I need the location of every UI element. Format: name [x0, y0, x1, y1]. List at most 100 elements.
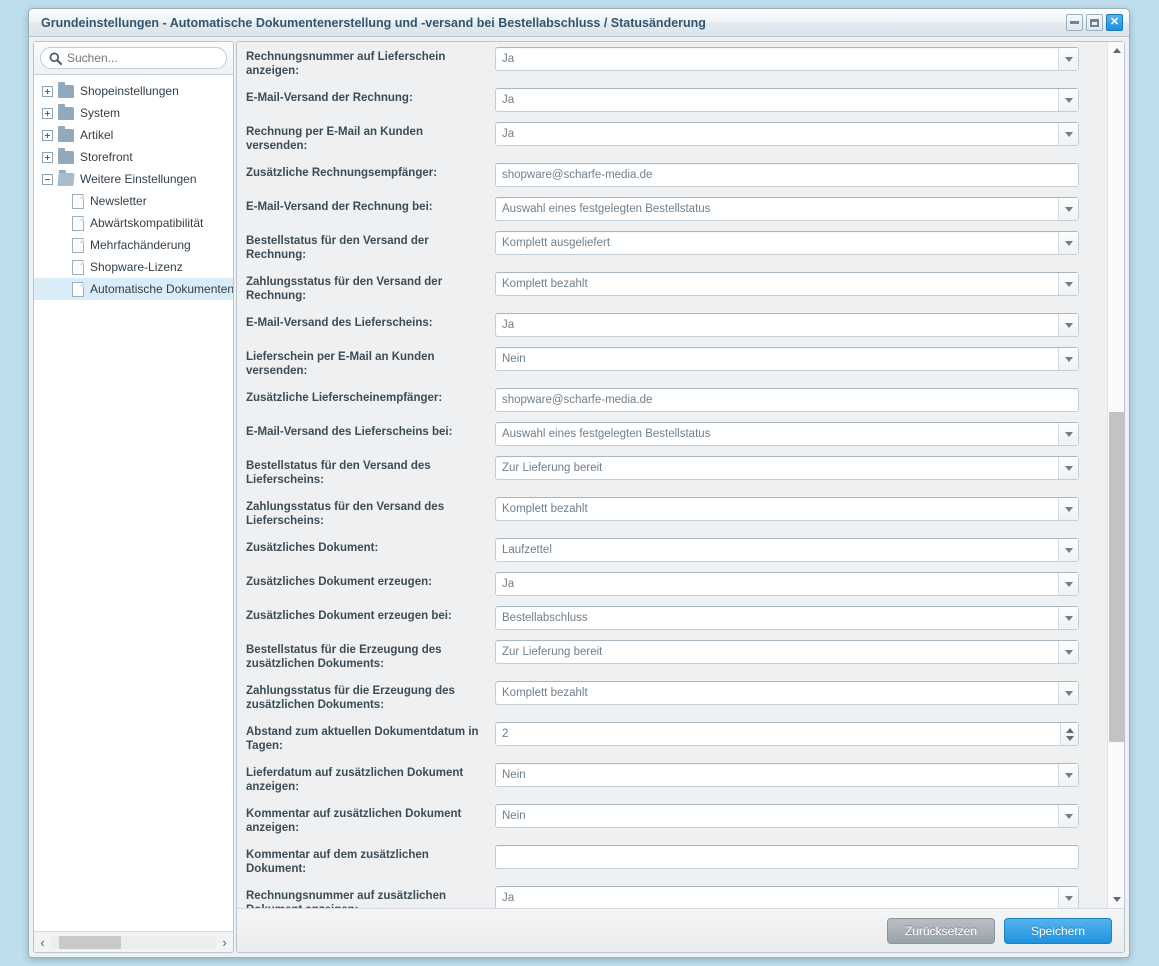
- sidebar-item-shopeinstellungen[interactable]: Shopeinstellungen: [34, 80, 233, 102]
- text-input[interactable]: shopware@scharfe-media.de: [495, 388, 1079, 412]
- field-value[interactable]: Nein: [496, 805, 1058, 827]
- field-value[interactable]: Laufzettel: [496, 539, 1058, 561]
- field-value[interactable]: shopware@scharfe-media.de: [496, 389, 1078, 411]
- scroll-up-icon[interactable]: [1108, 42, 1124, 59]
- chevron-down-icon[interactable]: [1058, 805, 1078, 827]
- search-box[interactable]: [40, 47, 227, 69]
- sidebar-item-mehrfach-nderung[interactable]: Mehrfachänderung: [34, 234, 233, 256]
- text-input[interactable]: shopware@scharfe-media.de: [495, 163, 1079, 187]
- select[interactable]: Ja: [495, 313, 1079, 337]
- select[interactable]: Ja: [495, 572, 1079, 596]
- field-value[interactable]: Bestellabschluss: [496, 607, 1058, 629]
- window-titlebar[interactable]: Grundeinstellungen - Automatische Dokume…: [29, 9, 1129, 37]
- select[interactable]: Komplett bezahlt: [495, 272, 1079, 296]
- chevron-down-icon[interactable]: [1058, 314, 1078, 336]
- hscroll-track[interactable]: [51, 935, 216, 949]
- field-value[interactable]: Ja: [496, 573, 1058, 595]
- scroll-right-icon[interactable]: ›: [216, 933, 233, 952]
- chevron-down-icon[interactable]: [1058, 89, 1078, 111]
- field-value[interactable]: Ja: [496, 314, 1058, 336]
- field-value[interactable]: Nein: [496, 764, 1058, 786]
- field-value[interactable]: Komplett bezahlt: [496, 273, 1058, 295]
- select[interactable]: Nein: [495, 763, 1079, 787]
- select[interactable]: Zur Lieferung bereit: [495, 456, 1079, 480]
- select[interactable]: Komplett bezahlt: [495, 497, 1079, 521]
- search-input[interactable]: [63, 49, 226, 67]
- expand-icon[interactable]: [42, 85, 53, 97]
- minimize-button[interactable]: [1066, 14, 1083, 31]
- chevron-down-icon[interactable]: [1058, 539, 1078, 561]
- select[interactable]: Ja: [495, 886, 1079, 908]
- select[interactable]: Auswahl eines festgelegten Bestellstatus: [495, 422, 1079, 446]
- sidebar-item-label: Storefront: [80, 150, 133, 164]
- select[interactable]: Nein: [495, 804, 1079, 828]
- select[interactable]: Komplett bezahlt: [495, 681, 1079, 705]
- chevron-down-icon[interactable]: [1058, 123, 1078, 145]
- scroll-left-icon[interactable]: ‹: [34, 933, 51, 952]
- sidebar-horizontal-scrollbar[interactable]: ‹ ›: [34, 931, 233, 952]
- select[interactable]: Nein: [495, 347, 1079, 371]
- field-value[interactable]: Ja: [496, 123, 1058, 145]
- select[interactable]: Ja: [495, 47, 1079, 71]
- field-value[interactable]: Auswahl eines festgelegten Bestellstatus: [496, 423, 1058, 445]
- quantity-stepper[interactable]: [1060, 723, 1078, 745]
- field-value[interactable]: Ja: [496, 89, 1058, 111]
- field-value[interactable]: Nein: [496, 348, 1058, 370]
- field-value[interactable]: Zur Lieferung bereit: [496, 641, 1058, 663]
- chevron-down-icon[interactable]: [1058, 198, 1078, 220]
- select[interactable]: Zur Lieferung bereit: [495, 640, 1079, 664]
- chevron-down-icon[interactable]: [1058, 348, 1078, 370]
- select[interactable]: Ja: [495, 88, 1079, 112]
- field-value[interactable]: 2: [496, 723, 1060, 745]
- select[interactable]: Ja: [495, 122, 1079, 146]
- expand-icon[interactable]: [42, 129, 53, 141]
- scroll-down-icon[interactable]: [1108, 891, 1124, 908]
- chevron-down-icon[interactable]: [1058, 423, 1078, 445]
- hscroll-thumb[interactable]: [59, 935, 121, 949]
- expand-icon[interactable]: [42, 151, 53, 163]
- field-value[interactable]: Komplett ausgeliefert: [496, 232, 1058, 254]
- close-button[interactable]: ✕: [1106, 14, 1123, 31]
- field-value[interactable]: shopware@scharfe-media.de: [496, 164, 1078, 186]
- select[interactable]: Laufzettel: [495, 538, 1079, 562]
- chevron-down-icon[interactable]: [1058, 273, 1078, 295]
- stepper-up-icon[interactable]: [1065, 727, 1074, 733]
- sidebar-item-shopware-lizenz[interactable]: Shopware-Lizenz: [34, 256, 233, 278]
- select[interactable]: Auswahl eines festgelegten Bestellstatus: [495, 197, 1079, 221]
- chevron-down-icon[interactable]: [1058, 607, 1078, 629]
- field-value[interactable]: Zur Lieferung bereit: [496, 457, 1058, 479]
- vscroll-thumb[interactable]: [1109, 412, 1124, 742]
- sidebar-item-weitere-einstellungen[interactable]: Weitere Einstellungen: [34, 168, 233, 190]
- sidebar-item-artikel[interactable]: Artikel: [34, 124, 233, 146]
- form-vertical-scrollbar[interactable]: [1107, 42, 1124, 908]
- sidebar-item-automatische-dokumentenerst[interactable]: Automatische Dokumentenerst: [34, 278, 233, 300]
- save-button[interactable]: Speichern: [1004, 917, 1112, 944]
- collapse-icon[interactable]: [42, 173, 53, 185]
- maximize-button[interactable]: [1086, 14, 1103, 31]
- expand-icon[interactable]: [42, 107, 53, 119]
- sidebar-item-system[interactable]: System: [34, 102, 233, 124]
- field-value[interactable]: Auswahl eines festgelegten Bestellstatus: [496, 198, 1058, 220]
- chevron-down-icon[interactable]: [1058, 641, 1078, 663]
- field-value[interactable]: Ja: [496, 887, 1058, 908]
- chevron-down-icon[interactable]: [1058, 457, 1078, 479]
- number-input[interactable]: 2: [495, 722, 1079, 746]
- field-value[interactable]: Ja: [496, 48, 1058, 70]
- sidebar-item-newsletter[interactable]: Newsletter: [34, 190, 233, 212]
- chevron-down-icon[interactable]: [1058, 887, 1078, 908]
- chevron-down-icon[interactable]: [1058, 764, 1078, 786]
- select[interactable]: Komplett ausgeliefert: [495, 231, 1079, 255]
- sidebar-item-abw-rtskompatibilit-t[interactable]: Abwärtskompatibilität: [34, 212, 233, 234]
- chevron-down-icon[interactable]: [1058, 682, 1078, 704]
- field-value[interactable]: Komplett bezahlt: [496, 498, 1058, 520]
- select[interactable]: Bestellabschluss: [495, 606, 1079, 630]
- sidebar-item-storefront[interactable]: Storefront: [34, 146, 233, 168]
- text-input[interactable]: [495, 845, 1079, 869]
- chevron-down-icon[interactable]: [1058, 48, 1078, 70]
- reset-button[interactable]: Zurücksetzen: [887, 917, 995, 944]
- chevron-down-icon[interactable]: [1058, 232, 1078, 254]
- chevron-down-icon[interactable]: [1058, 498, 1078, 520]
- field-value[interactable]: Komplett bezahlt: [496, 682, 1058, 704]
- stepper-down-icon[interactable]: [1065, 735, 1074, 741]
- chevron-down-icon[interactable]: [1058, 573, 1078, 595]
